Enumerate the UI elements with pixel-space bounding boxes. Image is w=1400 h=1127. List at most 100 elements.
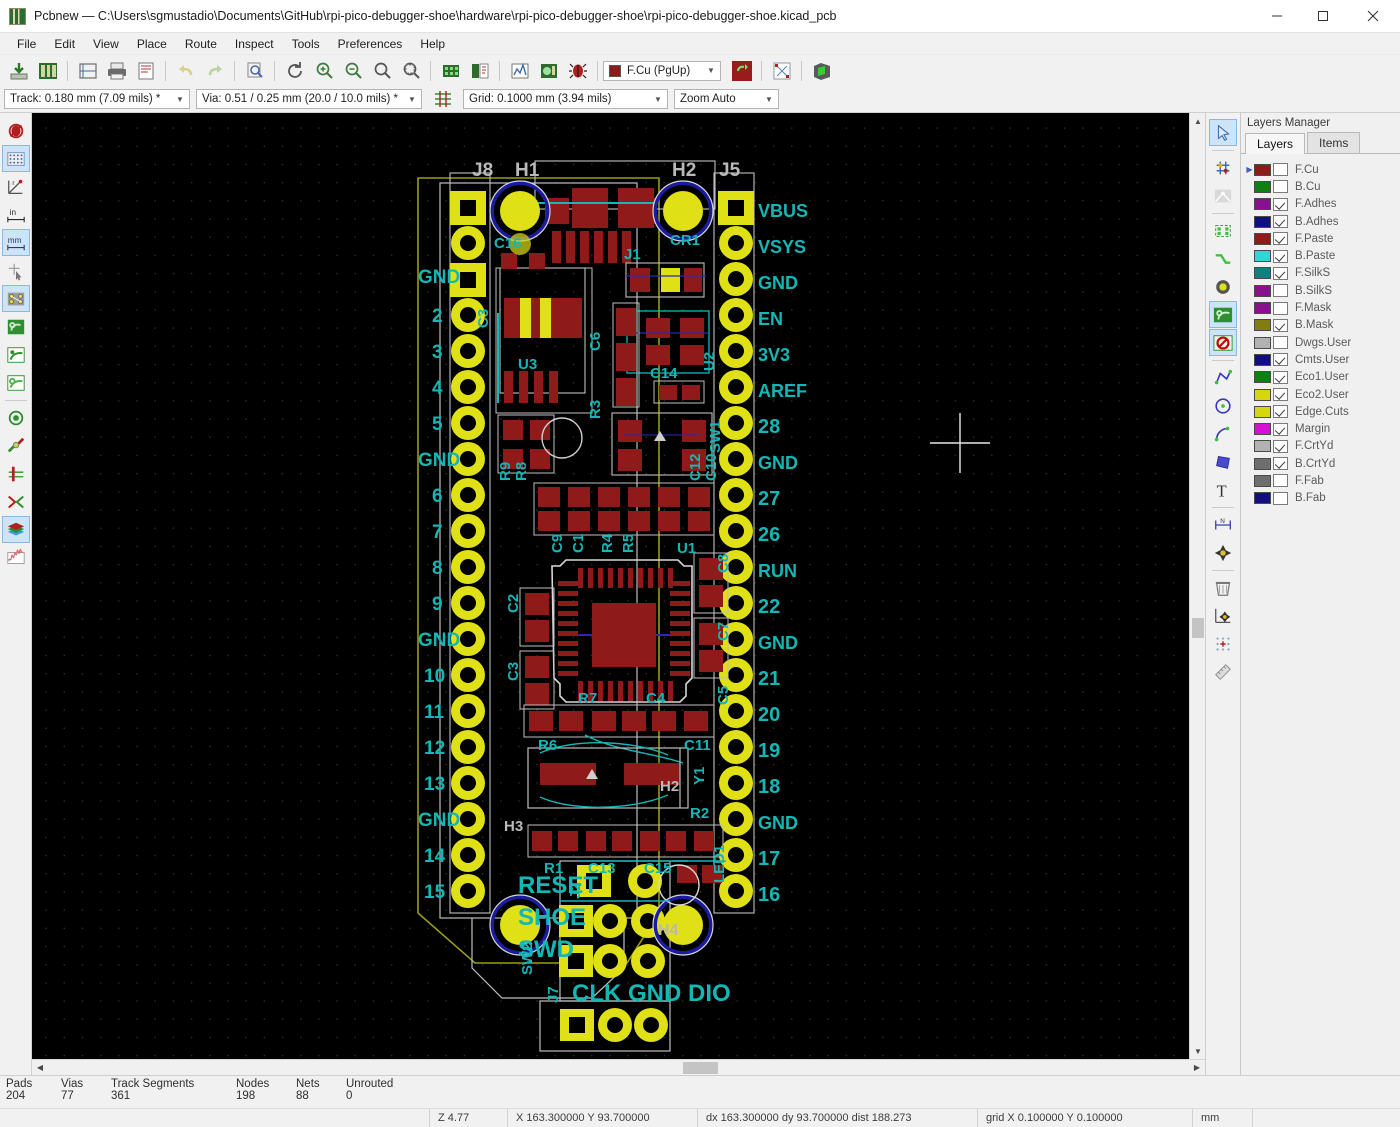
canvas-horizontal-scrollbar[interactable]: ◀ ▶ <box>32 1059 1205 1075</box>
open-board-icon[interactable] <box>34 58 61 84</box>
highlight-net-tool-icon[interactable] <box>1209 182 1237 209</box>
layer-visibility-checkbox[interactable] <box>1273 457 1288 471</box>
net-inspector-icon[interactable] <box>506 58 533 84</box>
layer-visibility-checkbox[interactable] <box>1273 215 1288 229</box>
menu-tools[interactable]: Tools <box>283 35 329 53</box>
high-contrast-mode-icon[interactable] <box>2 460 30 487</box>
layer-row-f-mask[interactable]: F.Mask <box>1245 299 1400 316</box>
via-size-combo[interactable]: Via: 0.51 / 0.25 mm (20.0 / 10.0 mils) *… <box>196 89 422 109</box>
layer-color-swatch[interactable] <box>1254 302 1271 315</box>
layer-visibility-checkbox[interactable] <box>1273 388 1288 401</box>
grid-combo[interactable]: Grid: 0.1000 mm (3.94 mils) ▼ <box>463 89 668 109</box>
layer-row-eco2-user[interactable]: Eco2.User <box>1245 386 1400 403</box>
layer-row-b-cu[interactable]: B.Cu <box>1245 178 1400 195</box>
scroll-left-icon[interactable]: ◀ <box>32 1060 48 1076</box>
layer-visibility-checkbox[interactable] <box>1273 249 1288 263</box>
add-keepout-zone-icon[interactable] <box>1209 329 1237 356</box>
layer-color-swatch[interactable] <box>1254 388 1271 401</box>
layer-row-f-adhes[interactable]: F.Adhes <box>1245 196 1400 213</box>
layer-color-swatch[interactable] <box>1254 232 1271 245</box>
show-ratsnest-icon[interactable] <box>2 488 30 515</box>
layer-row-f-paste[interactable]: F.Paste <box>1245 230 1400 247</box>
layer-visibility-checkbox[interactable] <box>1273 353 1288 367</box>
draw-circle-icon[interactable] <box>1209 392 1237 419</box>
layer-visibility-checkbox[interactable] <box>1273 301 1288 315</box>
layer-visibility-checkbox[interactable] <box>1273 284 1288 298</box>
layer-visibility-checkbox[interactable] <box>1273 491 1288 505</box>
menu-inspect[interactable]: Inspect <box>226 35 283 53</box>
layer-row-b-adhes[interactable]: B.Adhes <box>1245 213 1400 230</box>
layer-color-swatch[interactable] <box>1254 492 1271 505</box>
properties-panel-icon[interactable] <box>2 544 30 571</box>
measure-tool-icon[interactable] <box>1209 658 1237 685</box>
layer-color-swatch[interactable] <box>1254 371 1271 384</box>
polar-coords-toggle-icon[interactable]: r <box>2 173 30 200</box>
units-inches-icon[interactable]: in <box>2 201 30 228</box>
units-mm-icon[interactable]: mm <box>1 229 30 256</box>
vscroll-thumb[interactable] <box>1192 618 1204 638</box>
layer-visibility-checkbox[interactable] <box>1273 232 1288 246</box>
layer-visibility-checkbox[interactable] <box>1273 163 1288 177</box>
close-button[interactable] <box>1346 0 1400 32</box>
scroll-up-icon[interactable]: ▲ <box>1190 113 1206 129</box>
layer-color-swatch[interactable] <box>1254 336 1271 349</box>
route-track-icon[interactable] <box>1209 245 1237 272</box>
layer-row-f-cu[interactable]: ▶ F.Cu <box>1245 161 1400 178</box>
layer-color-swatch[interactable] <box>1254 353 1271 366</box>
track-width-combo[interactable]: Track: 0.180 mm (7.09 mils) * ▼ <box>4 89 190 109</box>
layer-visibility-checkbox[interactable] <box>1273 422 1288 436</box>
layer-row-eco1-user[interactable]: Eco1.User <box>1245 369 1400 386</box>
full-crosshair-toggle-icon[interactable] <box>2 257 30 284</box>
layer-color-swatch[interactable] <box>1254 215 1271 228</box>
3d-viewer-icon[interactable] <box>535 58 562 84</box>
add-dimension-icon[interactable]: N <box>1209 511 1237 538</box>
zoom-area-icon[interactable] <box>397 58 424 84</box>
layer-color-swatch[interactable] <box>1254 423 1271 436</box>
menu-view[interactable]: View <box>84 35 128 53</box>
minimize-button[interactable] <box>1254 0 1300 32</box>
zones-sketch-icon[interactable] <box>2 369 30 396</box>
scroll-right-icon[interactable]: ▶ <box>1189 1060 1205 1076</box>
zoom-fit-icon[interactable] <box>368 58 395 84</box>
set-grid-origin-icon[interactable] <box>1209 630 1237 657</box>
tab-items[interactable]: Items <box>1307 132 1361 153</box>
layer-row-b-paste[interactable]: B.Paste <box>1245 247 1400 264</box>
local-ratsnest-icon[interactable] <box>1209 154 1237 181</box>
pcb-canvas[interactable]: J8 H1 H2 J5 H4 H3 H2 GND 2 3 4 5 GND 6 7… <box>32 113 1189 1059</box>
add-text-icon[interactable]: T <box>1209 476 1237 503</box>
tab-layers[interactable]: Layers <box>1245 133 1306 154</box>
scroll-down-icon[interactable]: ▼ <box>1190 1043 1206 1059</box>
menu-help[interactable]: Help <box>411 35 454 53</box>
new-board-icon[interactable] <box>5 58 32 84</box>
set-origin-icon[interactable] <box>1209 602 1237 629</box>
layer-visibility-checkbox[interactable] <box>1273 405 1288 419</box>
menu-file[interactable]: File <box>8 35 45 53</box>
layer-visibility-checkbox[interactable] <box>1273 266 1288 280</box>
zoom-combo[interactable]: Zoom Auto ▼ <box>674 89 779 109</box>
layer-row-b-crtyd[interactable]: B.CrtYd <box>1245 455 1400 472</box>
layer-color-swatch[interactable] <box>1254 440 1271 453</box>
select-tool-icon[interactable] <box>1209 119 1237 146</box>
draw-polygon-icon[interactable] <box>1209 448 1237 475</box>
print-icon[interactable] <box>103 58 130 84</box>
layer-visibility-checkbox[interactable] <box>1273 197 1288 211</box>
plot-icon[interactable] <box>132 58 159 84</box>
pad-sketch-mode-icon[interactable] <box>1 285 30 312</box>
board-setup-icon[interactable] <box>74 58 101 84</box>
layers-manager-toggle-icon[interactable] <box>1 516 30 543</box>
menu-route[interactable]: Route <box>176 35 226 53</box>
delete-tool-icon[interactable] <box>1209 574 1237 601</box>
place-footprint-icon[interactable] <box>1209 217 1237 244</box>
menu-preferences[interactable]: Preferences <box>329 35 412 53</box>
ratsnest-icon[interactable] <box>768 58 795 84</box>
grid-display-toggle-icon[interactable] <box>1 145 30 172</box>
layer-color-swatch[interactable] <box>1254 180 1271 193</box>
drc-errors-toggle-icon[interactable] <box>2 117 30 144</box>
highlight-net-icon[interactable] <box>728 58 755 84</box>
show-vias-sketch-icon[interactable] <box>2 404 30 431</box>
draw-line-icon[interactable] <box>1209 364 1237 391</box>
redo-icon[interactable] <box>201 58 228 84</box>
layer-row-b-mask[interactable]: B.Mask <box>1245 317 1400 334</box>
layer-row-edge-cuts[interactable]: Edge.Cuts <box>1245 403 1400 420</box>
refresh-icon[interactable] <box>281 58 308 84</box>
